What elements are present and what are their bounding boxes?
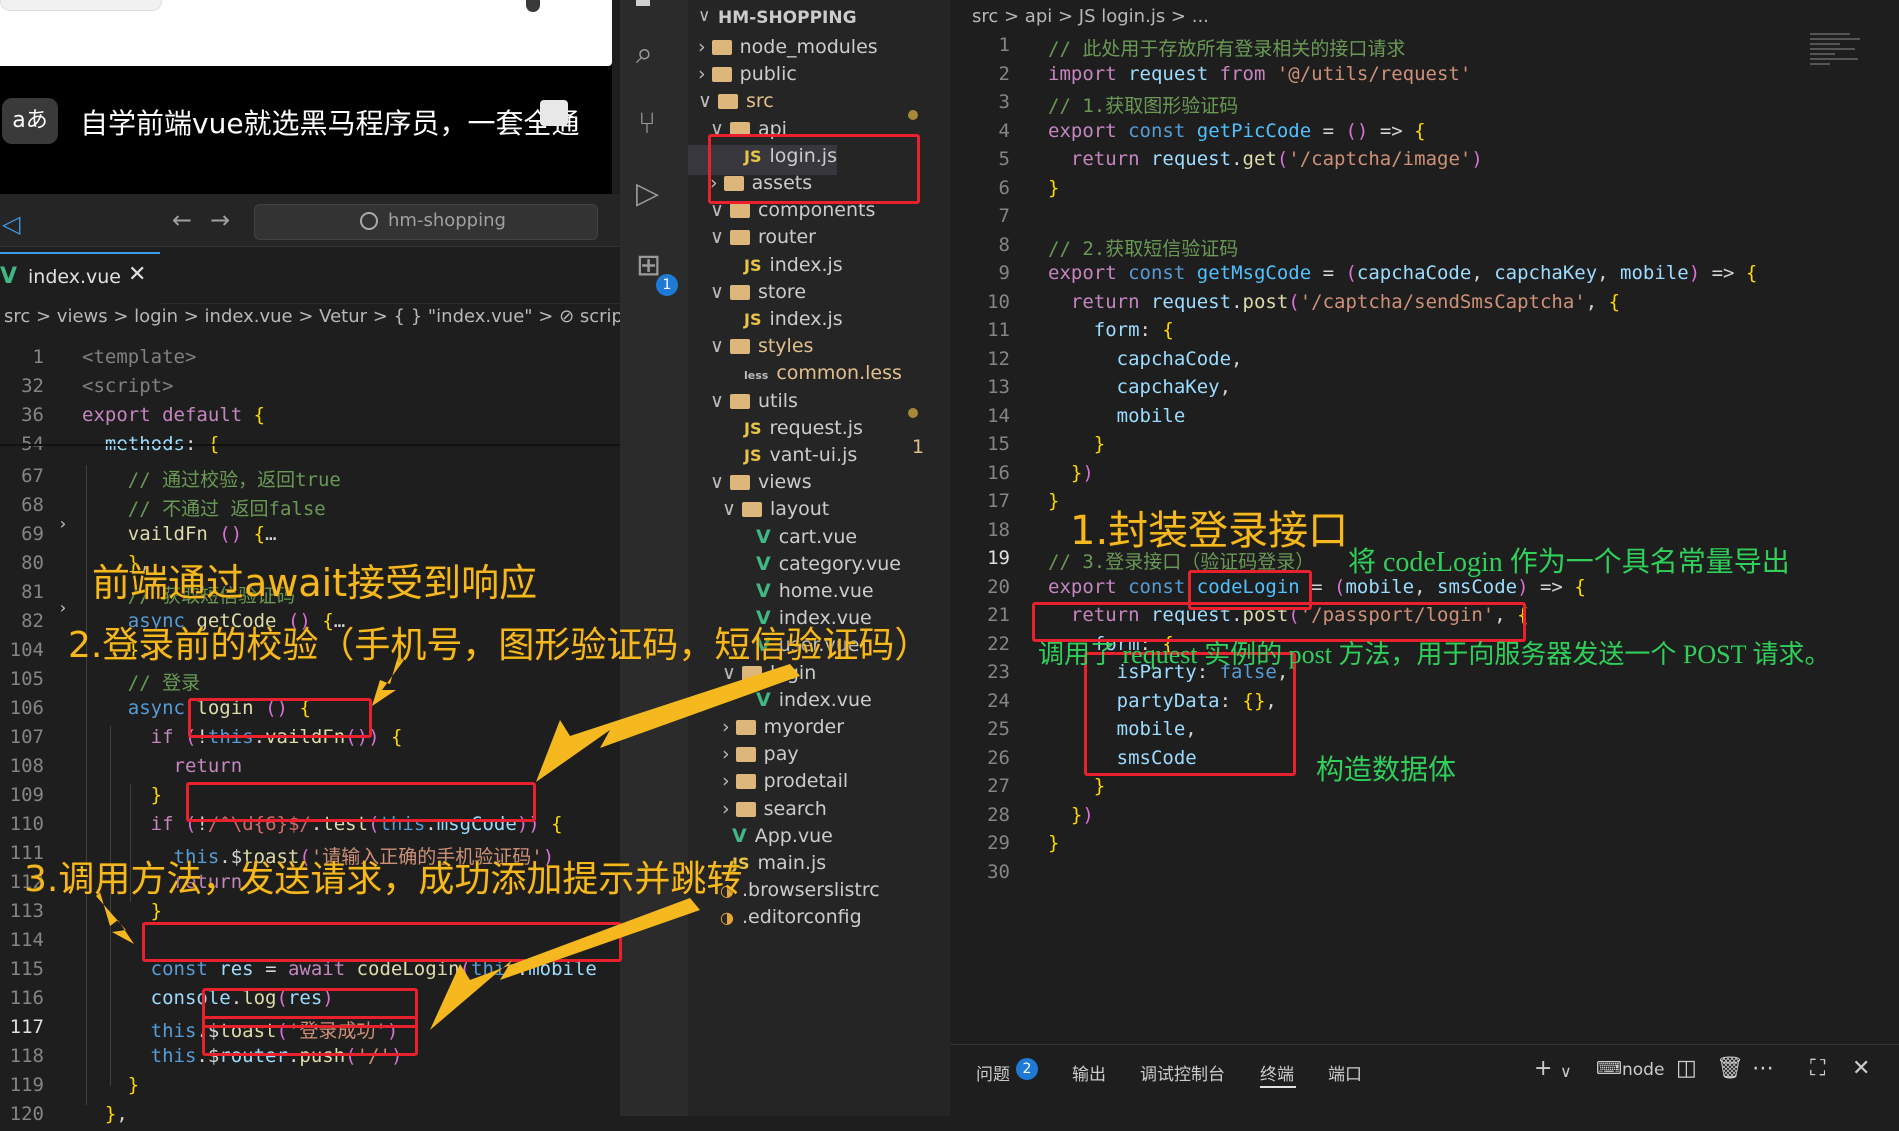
annotation-body-note: 构造数据体 (1316, 753, 1457, 786)
annotation-step3: 3.调用方法，发送请求，成功添加提示并跳转 (24, 859, 743, 900)
annotation-post-note: 调用了 request 实例的 post 方法，用于向服务器发送一个 POST … (1038, 640, 1831, 669)
annotation-codelogin-note: 将 codeLogin 作为一个具名常量导出 (1348, 547, 1790, 578)
annotation-await: 前端通过await接受到响应 (92, 561, 538, 605)
arrow-to-toast (430, 898, 700, 1030)
annotation-step1: 1.封装登录接口 (1070, 508, 1349, 554)
arrow-to-msgcode (536, 664, 800, 782)
annotation-step2: 2.登录前的校验（手机号，图形验证码，短信验证码） (68, 625, 931, 666)
